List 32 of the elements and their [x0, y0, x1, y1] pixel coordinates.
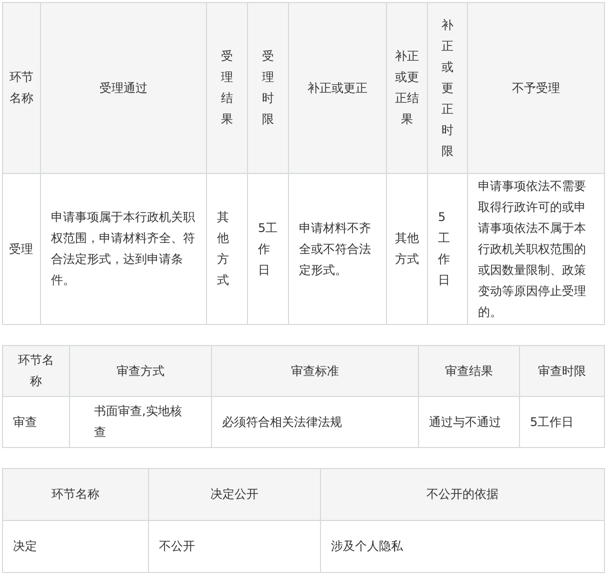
- header-cell: 环节名称: [2, 468, 148, 520]
- header-cell: 不公开的依据: [320, 468, 604, 520]
- table-cell: 必须符合相关法律法规: [212, 396, 418, 448]
- table-cell: 5工作日: [520, 396, 604, 448]
- table-cell: 涉及个人隐私: [320, 520, 604, 572]
- header-cell: 补正或更正: [288, 2, 386, 174]
- header-cell: 审查方式: [70, 346, 212, 396]
- table-cell: 申请事项属于本行政机关职权范围，申请材料齐全、符合法定形式，达到申请条件。: [40, 174, 206, 324]
- table-cell: 通过与不通过: [418, 396, 520, 448]
- table-cell: 受理: [2, 174, 40, 324]
- header-cell: 决定公开: [148, 468, 320, 520]
- header-cell: 补正或更正结果: [386, 2, 428, 174]
- table-cell: 5工作日: [428, 174, 468, 324]
- header-cell: 审查标准: [212, 346, 418, 396]
- header-cell: 审查时限: [520, 346, 604, 396]
- header-cell: 环节名称: [2, 2, 40, 174]
- table-cell: 其他方式: [386, 174, 428, 324]
- table-cell: 不公开: [148, 520, 320, 572]
- header-cell: 不予受理: [468, 2, 604, 174]
- header-cell: 环节名称: [2, 346, 70, 396]
- table-cell: 申请事项依法不需要取得行政许可的或申请事项依法不属于本行政机关职权范围的或因数量限制、政策变动等原因停止受理的。: [468, 174, 604, 324]
- table-cell: 其他方式: [206, 174, 248, 324]
- table-cell: 书面审查,实地核查: [70, 396, 212, 448]
- table-cell: 申请材料不齐全或不符合法定形式。: [288, 174, 386, 324]
- table-cell: 5工作日: [248, 174, 288, 324]
- header-cell: 受理时限: [248, 2, 288, 174]
- header-cell: 审查结果: [418, 346, 520, 396]
- header-cell: 受理通过: [40, 2, 206, 174]
- header-cell: 受理结果: [206, 2, 248, 174]
- table-cell: 决定: [2, 520, 148, 572]
- table-cell: 审查: [2, 396, 70, 448]
- header-cell: 补正或更正时限: [428, 2, 468, 174]
